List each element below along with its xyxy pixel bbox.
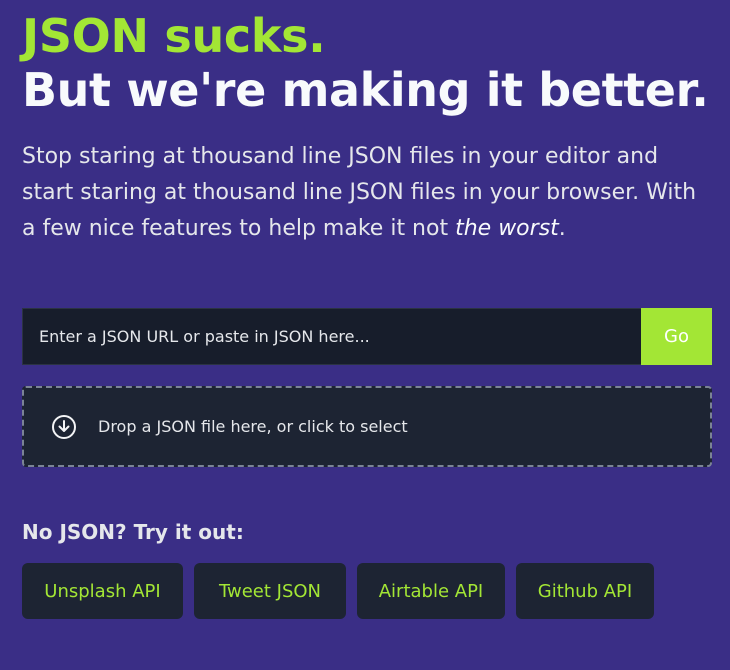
tweet-json-button[interactable]: Tweet JSON	[194, 563, 346, 619]
headline-main: But we're making it better.	[22, 63, 709, 118]
json-dropzone[interactable]: Drop a JSON file here, or click to selec…	[22, 386, 712, 467]
example-buttons: Unsplash API Tweet JSON Airtable API Git…	[22, 563, 654, 619]
description-text: Stop staring at thousand line JSON files…	[22, 143, 697, 241]
go-button[interactable]: Go	[641, 308, 712, 365]
description-end: .	[558, 215, 566, 241]
json-url-input[interactable]	[22, 308, 641, 365]
dropzone-text: Drop a JSON file here, or click to selec…	[98, 417, 408, 436]
hero-description: Stop staring at thousand line JSON files…	[22, 139, 712, 247]
github-api-button[interactable]: Github API	[516, 563, 654, 619]
unsplash-api-button[interactable]: Unsplash API	[22, 563, 183, 619]
airtable-api-button[interactable]: Airtable API	[357, 563, 505, 619]
examples-heading: No JSON? Try it out:	[22, 520, 244, 544]
download-circle-icon	[50, 413, 78, 441]
description-emphasis: the worst	[455, 215, 559, 241]
json-url-form: Go	[22, 308, 712, 365]
hero-section: JSON sucks. But we're making it better. …	[22, 12, 712, 247]
headline-top: JSON sucks.	[22, 9, 326, 63]
